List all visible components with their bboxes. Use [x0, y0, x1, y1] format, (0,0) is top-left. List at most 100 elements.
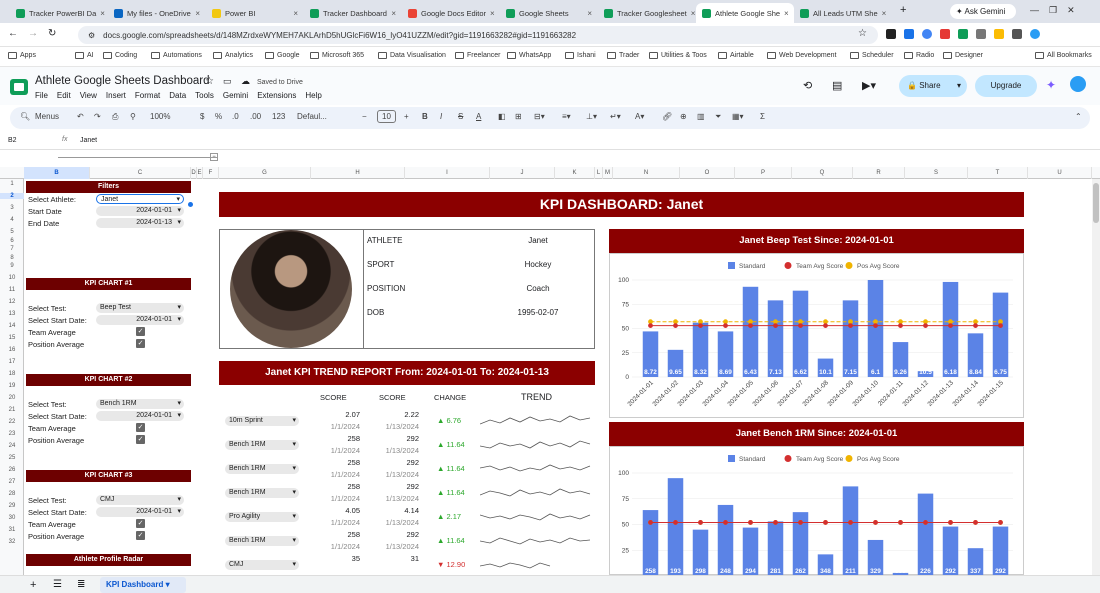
upgrade-button[interactable]: Upgrade	[975, 75, 1037, 97]
close-tab-icon[interactable]: ×	[587, 9, 592, 18]
print-icon[interactable]: ⎙	[112, 112, 118, 122]
avatar[interactable]	[1070, 76, 1086, 92]
test-dropdown-2[interactable]: Bench 1RM	[96, 399, 184, 409]
column-header[interactable]: L	[595, 167, 603, 179]
bookmark-item[interactable]: Ishani	[565, 52, 596, 59]
align-icon[interactable]: ≡▾	[562, 112, 571, 121]
bookmark-item[interactable]: Scheduler	[850, 52, 894, 59]
column-header[interactable]: R	[853, 167, 905, 179]
athlete-dropdown[interactable]: Janet	[96, 194, 184, 205]
row-header[interactable]: 30	[0, 515, 24, 521]
bookmark-item[interactable]: AI	[75, 52, 94, 59]
row-header[interactable]: 5	[0, 229, 24, 235]
position-average-checkbox-2[interactable]: ✓	[136, 435, 145, 444]
start-dropdown-1[interactable]: 2024-01-01	[96, 315, 184, 325]
start-date-dropdown[interactable]: 2024-01-01	[96, 206, 184, 216]
row-header[interactable]: 15	[0, 335, 24, 341]
column-header[interactable]: U	[1028, 167, 1092, 179]
browser-tab[interactable]: Athlete Google She ×	[696, 3, 794, 23]
position-average-checkbox-3[interactable]: ✓	[136, 531, 145, 540]
search-menus-icon[interactable]: 🔍︎	[20, 112, 30, 121]
bookmark-star-icon[interactable]: ☆	[858, 28, 867, 39]
reload-icon[interactable]: ↻	[48, 28, 56, 39]
column-header[interactable]: C	[90, 167, 191, 179]
sheet-tab-kpi-dashboard[interactable]: KPI Dashboard ▾	[100, 577, 186, 593]
position-average-checkbox-1[interactable]: ✓	[136, 339, 145, 348]
bookmark-item[interactable]: Automations	[151, 52, 202, 59]
bookmark-item[interactable]: Trader	[607, 52, 639, 59]
row-header[interactable]: 3	[0, 205, 24, 211]
column-header[interactable]: F	[203, 167, 219, 179]
strikethrough-button[interactable]: S	[458, 112, 463, 121]
row-header[interactable]: 29	[0, 503, 24, 509]
site-info-icon[interactable]: ⚙	[88, 31, 95, 40]
close-tab-icon[interactable]: ×	[391, 9, 396, 18]
row-header[interactable]: 21	[0, 407, 24, 413]
forward-icon[interactable]: →	[28, 28, 38, 39]
trend-test-dropdown[interactable]: Bench 1RM	[225, 464, 299, 474]
start-dropdown-3[interactable]: 2024-01-01	[96, 507, 184, 517]
collapse-toolbar-icon[interactable]: ⌃	[1075, 112, 1082, 121]
row-header[interactable]: 16	[0, 347, 24, 353]
url-field[interactable]: ⚙ docs.google.com/spreadsheets/d/148MZrdx…	[78, 26, 878, 44]
row-header[interactable]: 20	[0, 395, 24, 401]
trend-test-dropdown[interactable]: 10m Sprint	[225, 416, 299, 426]
browser-tab[interactable]: Google Docs Editor ×	[402, 3, 500, 23]
row-header[interactable]: 17	[0, 359, 24, 365]
row-header[interactable]: 22	[0, 419, 24, 425]
bookmark-item[interactable]: Data Visualisation	[378, 52, 446, 59]
comment-icon[interactable]: ⊕	[680, 112, 687, 121]
row-header[interactable]: 26	[0, 467, 24, 473]
column-header[interactable]: T	[968, 167, 1028, 179]
column-header[interactable]: P	[735, 167, 792, 179]
filter-views-icon[interactable]: ▦▾	[732, 112, 744, 121]
fill-color-icon[interactable]: ◧	[498, 112, 506, 121]
team-average-checkbox-1[interactable]: ✓	[136, 327, 145, 336]
fill-handle[interactable]	[188, 202, 193, 207]
increase-decimal-button[interactable]: .00	[250, 112, 261, 121]
font-size-field[interactable]: 10	[377, 110, 396, 123]
browser-tab[interactable]: All Leads UTM She ×	[794, 3, 892, 23]
filter-icon[interactable]: ⏷	[715, 112, 721, 122]
row-header[interactable]: 19	[0, 383, 24, 389]
column-header[interactable]: Q	[792, 167, 853, 179]
column-header[interactable]: N	[613, 167, 680, 179]
all-sheets-icon[interactable]: ☰	[53, 579, 62, 590]
browser-tab[interactable]: My files - OneDrive ×	[108, 3, 206, 23]
add-sheet-button[interactable]: +	[30, 579, 36, 591]
text-color-button[interactable]: A	[476, 112, 481, 121]
menu-edit[interactable]: Edit	[57, 91, 71, 100]
column-header[interactable]: O	[680, 167, 735, 179]
meet-icon[interactable]: ▶▾	[862, 79, 876, 92]
sheet-list-icon[interactable]: ≣	[77, 579, 85, 590]
valign-icon[interactable]: ⊥▾	[586, 112, 597, 121]
gemini-icon[interactable]: ✦	[1046, 78, 1056, 92]
all-bookmarks[interactable]: All Bookmarks	[1035, 52, 1092, 59]
test-dropdown-1[interactable]: Beep Test	[96, 303, 184, 313]
font-select[interactable]: Defaul...	[297, 112, 327, 121]
browser-tab[interactable]: Tracker Googlesheet ×	[598, 3, 696, 23]
column-header[interactable]: K	[555, 167, 595, 179]
bookmark-item[interactable]: Apps	[8, 52, 36, 59]
chart-icon[interactable]: ▥	[697, 112, 705, 121]
row-header[interactable]: 25	[0, 455, 24, 461]
menu-tools[interactable]: Tools	[195, 91, 214, 100]
end-date-dropdown[interactable]: 2024-01-13	[96, 218, 184, 228]
browser-tab[interactable]: Power BI ×	[206, 3, 304, 23]
row-header[interactable]: 1	[0, 181, 24, 187]
bookmark-item[interactable]: Utilities & Toos	[649, 52, 707, 59]
currency-button[interactable]: $	[200, 112, 204, 121]
close-tab-icon[interactable]: ×	[100, 9, 105, 18]
formula-input[interactable]: Janet	[80, 137, 97, 144]
close-tab-icon[interactable]: ×	[784, 9, 789, 18]
new-tab-icon[interactable]: +	[900, 4, 906, 16]
row-header[interactable]: 32	[0, 539, 24, 545]
column-header[interactable]: B	[24, 167, 90, 179]
ask-gemini-button[interactable]: ✦ Ask Gemini	[950, 4, 1016, 19]
extensions-icons[interactable]	[886, 29, 1086, 41]
row-header[interactable]: 6	[0, 238, 24, 244]
close-tab-icon[interactable]: ×	[490, 9, 495, 18]
row-header[interactable]: 9	[0, 263, 24, 269]
undo-icon[interactable]: ↶	[77, 112, 84, 121]
menu-extensions[interactable]: Extensions	[257, 91, 296, 100]
